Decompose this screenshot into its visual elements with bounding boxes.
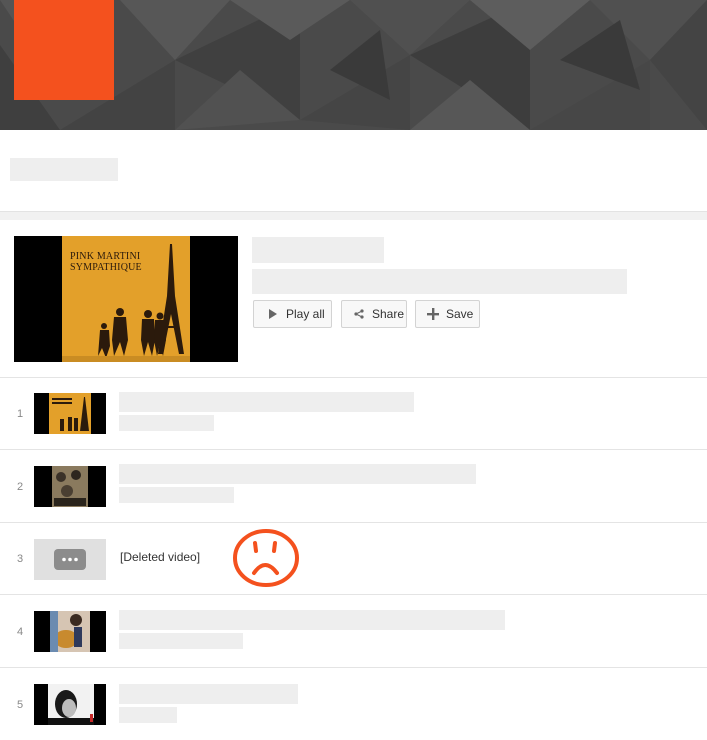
playlist-meta-placeholder — [252, 269, 627, 294]
video-channel-placeholder — [119, 707, 177, 723]
playlist-thumbnail[interactable]: PINK MARTINI SYMPATHIQUE — [14, 236, 238, 362]
share-icon — [352, 307, 366, 321]
playlist-row[interactable]: 2 — [0, 449, 707, 522]
video-thumbnail[interactable] — [34, 466, 106, 507]
sad-face-annotation — [233, 529, 299, 587]
video-title-placeholder — [119, 392, 414, 412]
thumbnail-image — [34, 466, 106, 507]
deleted-video-label[interactable]: [Deleted video] — [120, 550, 200, 564]
video-channel-placeholder — [119, 633, 243, 649]
video-thumbnail[interactable] — [34, 684, 106, 725]
video-title-placeholder — [119, 464, 476, 484]
share-button[interactable]: Share — [341, 300, 407, 328]
playlist-row[interactable]: 1 — [0, 377, 707, 450]
video-title-placeholder — [119, 684, 298, 704]
thumbnail-image — [34, 393, 106, 434]
section-divider — [0, 211, 707, 220]
plus-icon — [426, 307, 440, 321]
video-title-placeholder — [119, 610, 505, 630]
save-label: Save — [446, 307, 474, 321]
video-thumbnail[interactable] — [34, 393, 106, 434]
save-button[interactable]: Save — [415, 300, 480, 328]
row-index: 5 — [16, 699, 24, 711]
playlist-title-placeholder — [252, 237, 384, 263]
deleted-video-thumbnail[interactable] — [34, 539, 106, 580]
play-all-label: Play all — [286, 307, 325, 321]
play-all-button[interactable]: Play all — [253, 300, 332, 328]
channel-banner — [0, 0, 707, 130]
album-illustration — [62, 244, 190, 362]
playlist-row[interactable]: 4 — [0, 594, 707, 667]
play-icon — [266, 307, 280, 321]
video-thumbnail[interactable] — [34, 611, 106, 652]
row-index: 3 — [16, 553, 24, 565]
thumbnail-image — [34, 611, 106, 652]
video-channel-placeholder — [119, 487, 234, 503]
playlist-row[interactable]: 5 — [0, 667, 707, 740]
channel-avatar[interactable] — [14, 0, 114, 100]
playlist-row[interactable]: 3 [Deleted video] — [0, 522, 707, 595]
channel-name-placeholder — [10, 158, 118, 181]
album-cover: PINK MARTINI SYMPATHIQUE — [62, 236, 190, 362]
row-index: 1 — [16, 408, 24, 420]
more-icon — [34, 539, 106, 580]
row-index: 2 — [16, 481, 24, 493]
video-channel-placeholder — [119, 415, 214, 431]
thumbnail-image — [34, 684, 106, 725]
share-label: Share — [372, 307, 405, 321]
row-index: 4 — [16, 626, 24, 638]
